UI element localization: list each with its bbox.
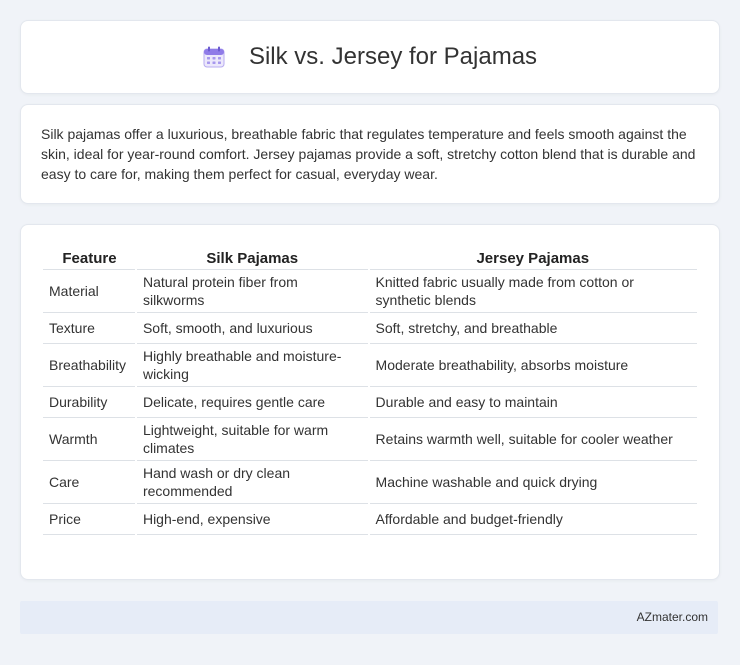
header-feature: Feature — [43, 247, 136, 270]
intro-card: Silk pajamas offer a luxurious, breathab… — [20, 104, 720, 204]
table-row: Durability Delicate, requires gentle car… — [43, 386, 697, 418]
jersey-cell: Retains warmth well, suitable for cooler… — [367, 417, 697, 461]
feature-cell: Texture — [43, 312, 136, 344]
jersey-cell: Affordable and budget-friendly — [367, 503, 697, 535]
jersey-cell: Soft, stretchy, and breathable — [367, 312, 697, 344]
silk-cell: Soft, smooth, and luxurious — [134, 312, 369, 344]
title-card: Silk vs. Jersey for Pajamas — [20, 20, 720, 94]
feature-cell: Warmth — [43, 417, 136, 461]
footer-bar: AZmater.com — [20, 601, 718, 634]
intro-text: Silk pajamas offer a luxurious, breathab… — [41, 126, 696, 182]
feature-cell: Material — [43, 269, 136, 313]
feature-cell: Breathability — [43, 343, 136, 387]
table-row: Material Natural protein fiber from silk… — [43, 269, 697, 313]
footer-brand: AZmater.com — [636, 610, 708, 624]
comparison-table: Feature Silk Pajamas Jersey Pajamas Mate… — [43, 247, 697, 535]
jersey-cell: Durable and easy to maintain — [367, 386, 697, 418]
jersey-cell: Moderate breathability, absorbs moisture — [367, 343, 697, 387]
silk-cell: Natural protein fiber from silkworms — [134, 269, 369, 313]
header-silk: Silk Pajamas — [135, 247, 369, 270]
table-row: Care Hand wash or dry clean recommended … — [43, 460, 697, 504]
feature-cell: Care — [43, 460, 136, 504]
calendar-icon — [203, 46, 225, 68]
silk-cell: Highly breathable and moisture-wicking — [134, 343, 369, 387]
table-row: Warmth Lightweight, suitable for warm cl… — [43, 417, 697, 461]
silk-cell: Lightweight, suitable for warm climates — [134, 417, 369, 461]
jersey-cell: Machine washable and quick drying — [367, 460, 697, 504]
table-row: Price High-end, expensive Affordable and… — [43, 503, 697, 535]
feature-cell: Durability — [43, 386, 136, 418]
silk-cell: Hand wash or dry clean recommended — [134, 460, 369, 504]
comparison-table-card: Feature Silk Pajamas Jersey Pajamas Mate… — [20, 224, 720, 580]
jersey-cell: Knitted fabric usually made from cotton … — [367, 269, 697, 313]
table-row: Texture Soft, smooth, and luxurious Soft… — [43, 312, 697, 344]
silk-cell: High-end, expensive — [134, 503, 369, 535]
header-jersey: Jersey Pajamas — [368, 247, 697, 270]
feature-cell: Price — [43, 503, 136, 535]
table-header-row: Feature Silk Pajamas Jersey Pajamas — [43, 247, 697, 270]
table-row: Breathability Highly breathable and mois… — [43, 343, 697, 387]
page-title: Silk vs. Jersey for Pajamas — [248, 43, 538, 70]
silk-cell: Delicate, requires gentle care — [134, 386, 369, 418]
